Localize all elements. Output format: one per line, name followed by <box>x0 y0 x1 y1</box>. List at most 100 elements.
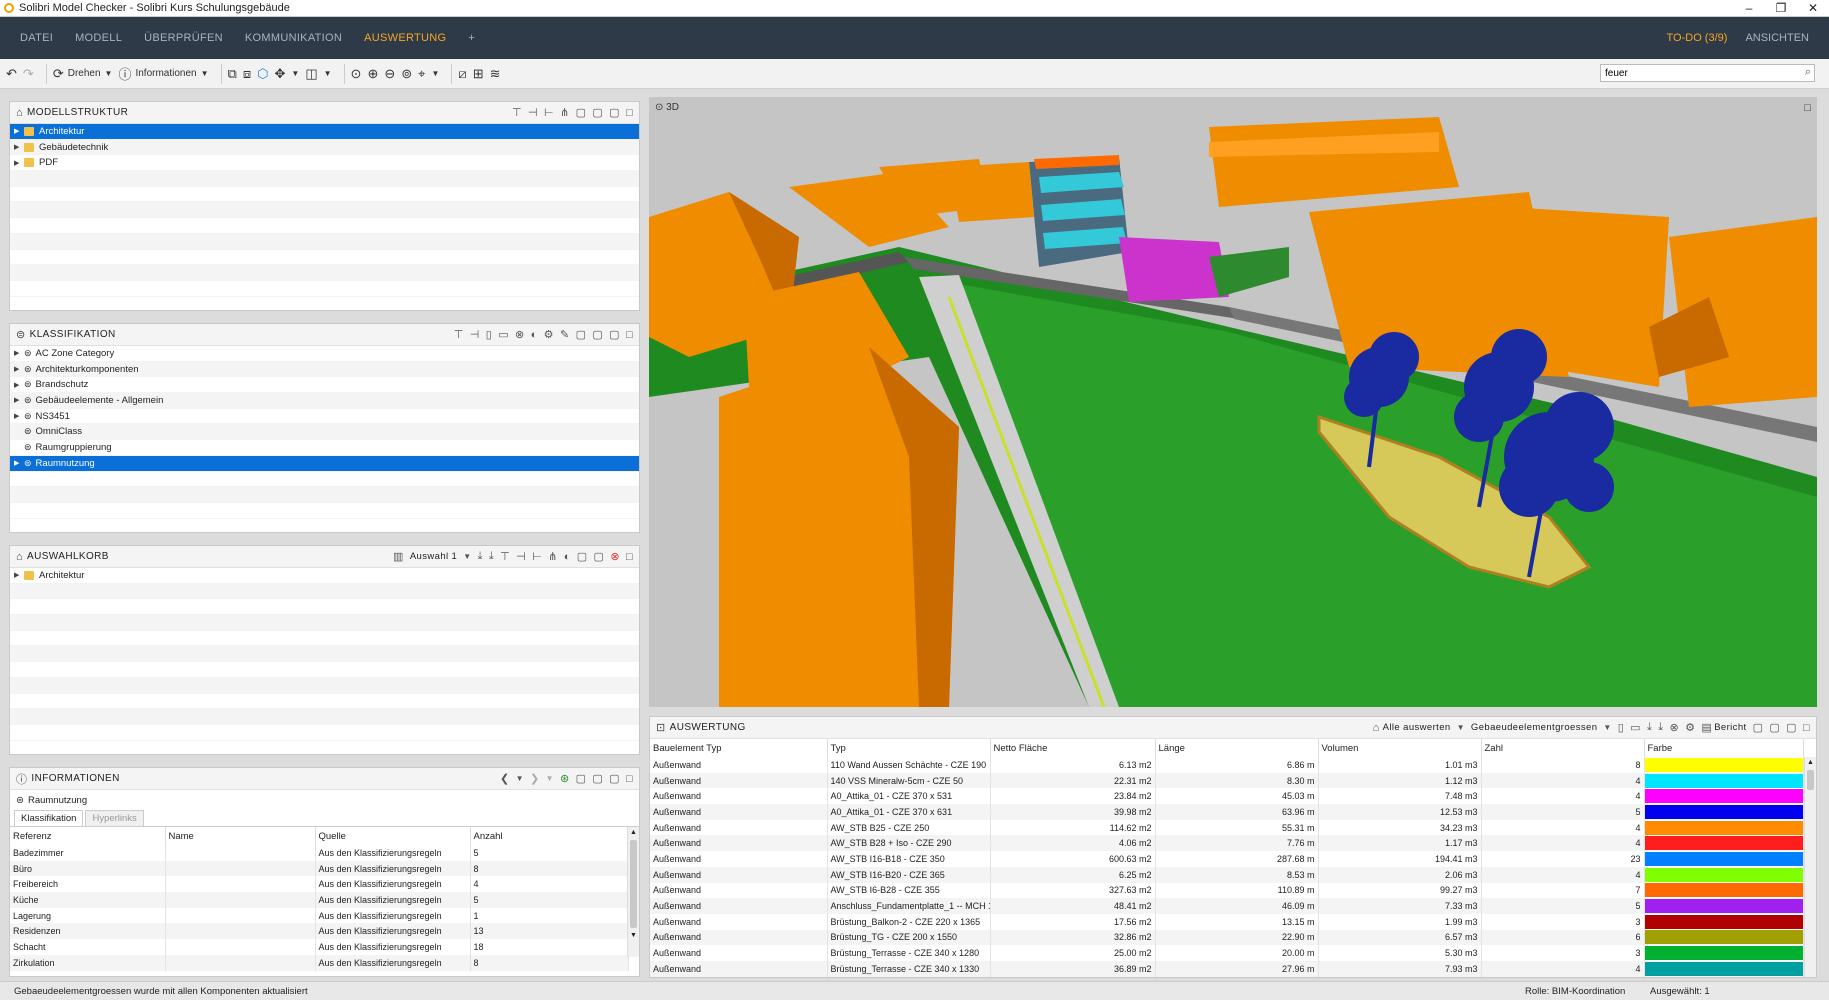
panel-option-icon[interactable]: ▢ <box>576 106 587 119</box>
table-row[interactable]: Schacht Aus den Klassifizierungsregeln 18 <box>10 939 629 955</box>
expand-icon[interactable]: ▶ <box>14 127 24 135</box>
panel-option-icon[interactable]: ▢ <box>609 106 620 119</box>
redo-icon[interactable]: ↷ <box>23 62 34 86</box>
3d-viewport[interactable]: ⊙ 3D □ <box>649 97 1817 707</box>
tree-item-architektur[interactable]: ▶ Architektur <box>10 124 639 140</box>
expand-icon[interactable]: ▶ <box>14 159 24 167</box>
table-row[interactable]: Außenwand AW_STB B28 + Iso - CZE 290 4.06 … <box>650 835 1804 852</box>
column-header[interactable]: Anzahl <box>470 827 629 845</box>
zoom-selected-icon[interactable]: ⊚ <box>401 62 412 86</box>
minimize-icon[interactable]: – <box>1733 0 1765 17</box>
tree-expand-icon[interactable]: ⊢ <box>544 106 554 119</box>
forward-icon[interactable]: ❯ <box>530 772 540 785</box>
expand-icon[interactable]: ▶ <box>14 412 24 420</box>
table-row[interactable]: Badezimmer Aus den Klassifizierungsregeln… <box>10 845 629 861</box>
box-icon[interactable]: ◫ <box>305 62 317 86</box>
measure-icon[interactable]: ⌖ <box>418 62 425 86</box>
hierarchy-icon[interactable]: ⊤ <box>500 550 510 563</box>
panel-option-icon[interactable]: ▢ <box>1753 721 1764 734</box>
delete-icon[interactable]: ⊗ <box>610 550 620 563</box>
menu-modell[interactable]: MODELL <box>75 32 122 44</box>
panel-option-icon[interactable]: ▢ <box>594 550 605 563</box>
table-row[interactable]: Außenwand Brüstung_Terrasse - CZE 340 x 1… <box>650 945 1804 961</box>
menu-datei[interactable]: DATEI <box>20 32 53 44</box>
tree-item[interactable]: ▶ ⊜ Gebäudeelemente - Allgemein <box>10 393 639 409</box>
table-row[interactable]: Außenwand AW_STB I16-B18 - CZE 350 600.63 … <box>650 851 1804 867</box>
toggle-icon[interactable]: ◐ <box>564 551 571 563</box>
template-dropdown[interactable]: Gebaeudeelementgroessen <box>1471 722 1597 733</box>
open-folder-icon[interactable]: ▭ <box>1630 721 1641 734</box>
tree-item-gebaeudetechnik[interactable]: ▶ Gebäudetechnik <box>10 139 639 156</box>
cube-view-icon[interactable]: ⬡ <box>257 62 268 86</box>
table-row[interactable]: Außenwand 110 Wand Aussen Schächte - CZE … <box>650 757 1804 773</box>
settings-icon[interactable]: ⚙ <box>1685 721 1695 734</box>
maximize-icon[interactable]: □ <box>626 773 633 785</box>
expand-icon[interactable]: ▶ <box>14 143 24 151</box>
tree-item-pdf[interactable]: ▶ PDF <box>10 155 639 172</box>
table-row[interactable]: Außenwand Brüstung_Terrasse - CZE 340 x 1… <box>650 960 1804 977</box>
clear-icon[interactable]: ⊗ <box>515 328 525 341</box>
edit-icon[interactable]: ✎ <box>560 328 570 341</box>
filter-icon[interactable]: ⋔ <box>548 550 558 563</box>
restore-icon[interactable]: ❐ <box>1765 0 1797 17</box>
chevron-down-icon[interactable]: ▼ <box>324 62 332 86</box>
tree-item-architektur[interactable]: ▶ Architektur <box>10 568 639 584</box>
tree-item[interactable]: ▶ ⊜ AC Zone Category <box>10 346 639 362</box>
zoom-out-icon[interactable]: ⊖ <box>384 62 395 86</box>
tab-klassifikation[interactable]: Klassifikation <box>14 810 84 826</box>
table-row[interactable]: Außenwand Brüstung_Balkon-2 - CZE 220 x 1… <box>650 913 1804 930</box>
column-header[interactable]: Typ <box>827 739 991 757</box>
hierarchy-icon[interactable]: ⊤ <box>454 328 464 341</box>
tree-icon[interactable]: ⊣ <box>470 328 480 341</box>
table-row[interactable]: Residenzen Aus den Klassifizierungsregeln… <box>10 923 629 940</box>
tree-expand-icon[interactable]: ⊢ <box>532 550 542 563</box>
download-icon[interactable]: ⤓ <box>478 550 483 563</box>
scrollbar[interactable]: ▲ <box>1804 757 1816 977</box>
table-row[interactable]: Freibereich Aus den Klassifizierungsregel… <box>10 876 629 893</box>
expand-icon[interactable]: ▶ <box>14 459 24 467</box>
hierarchy-icon[interactable]: ⊤ <box>512 106 522 119</box>
chevron-down-icon[interactable]: ▼ <box>463 552 471 561</box>
table-row[interactable]: Außenwand A0_Attika_01 - CZE 370 x 531 23.… <box>650 788 1804 805</box>
scrollbar[interactable]: ▲ ▼ <box>627 827 639 957</box>
scroll-up-icon[interactable]: ▲ <box>1805 759 1816 766</box>
chevron-down-icon[interactable]: ▼ <box>546 774 554 783</box>
panel-option-icon[interactable]: ▢ <box>576 772 587 785</box>
scroll-down-icon[interactable]: ▼ <box>628 932 639 939</box>
column-header[interactable]: Referenz <box>10 827 166 845</box>
table-row[interactable]: Lagerung Aus den Klassifizierungsregeln 1 <box>10 907 629 924</box>
tab-hyperlinks[interactable]: Hyperlinks <box>85 810 144 826</box>
todo-button[interactable]: TO-DO (3/9) <box>1667 32 1728 44</box>
new-file-icon[interactable]: ▯ <box>486 328 492 341</box>
column-header[interactable]: Volumen <box>1318 739 1482 757</box>
download-all-icon[interactable]: ⤓ <box>1658 721 1663 734</box>
expand-icon[interactable]: ▶ <box>14 349 24 357</box>
download-icon[interactable]: ⤓ <box>1647 721 1652 734</box>
chevron-down-icon[interactable]: ▼ <box>516 774 524 783</box>
column-header[interactable]: Name <box>165 827 316 845</box>
scroll-thumb[interactable] <box>630 840 637 928</box>
maximize-icon[interactable]: □ <box>626 329 633 341</box>
open-folder-icon[interactable]: ▭ <box>498 328 509 341</box>
panel-option-icon[interactable]: ▢ <box>609 328 620 341</box>
section-plane-icon[interactable]: ⧄ <box>458 62 466 86</box>
tree-item-raumnutzung[interactable]: ▶ ⊜ Raumnutzung <box>10 455 639 472</box>
chevron-down-icon[interactable]: ▼ <box>1457 723 1465 732</box>
expand-icon[interactable]: ▶ <box>14 365 24 373</box>
table-row[interactable]: Außenwand Anschluss_Fundamentplatte_1 -- … <box>650 898 1804 914</box>
toggle-icon[interactable]: ◐ <box>531 329 538 341</box>
tree-item[interactable]: ▶ ⊜ Architekturkomponenten <box>10 361 639 378</box>
table-row[interactable]: Zirkulation Aus den Klassifizierungsregel… <box>10 954 629 971</box>
menu-ueberpruefen[interactable]: ÜBERPRÜFEN <box>144 32 223 44</box>
report-all-button[interactable]: Alle auswerten <box>1383 722 1451 733</box>
zoom-in-icon[interactable]: ⊕ <box>367 62 378 86</box>
add-tab-button[interactable]: + <box>468 32 475 44</box>
maximize-icon[interactable]: □ <box>626 551 633 563</box>
views-button[interactable]: ANSICHTEN <box>1745 32 1809 44</box>
clear-icon[interactable]: ⊗ <box>1670 721 1680 734</box>
panel-option-icon[interactable]: ▢ <box>1769 721 1780 734</box>
table-row[interactable]: Außenwand A0_Attika_01 - CZE 370 x 631 39.… <box>650 804 1804 820</box>
zoom-fit-icon[interactable]: ⊙ <box>351 62 362 86</box>
panel-option-icon[interactable]: ▢ <box>592 772 603 785</box>
column-header[interactable]: Zahl <box>1481 739 1645 757</box>
